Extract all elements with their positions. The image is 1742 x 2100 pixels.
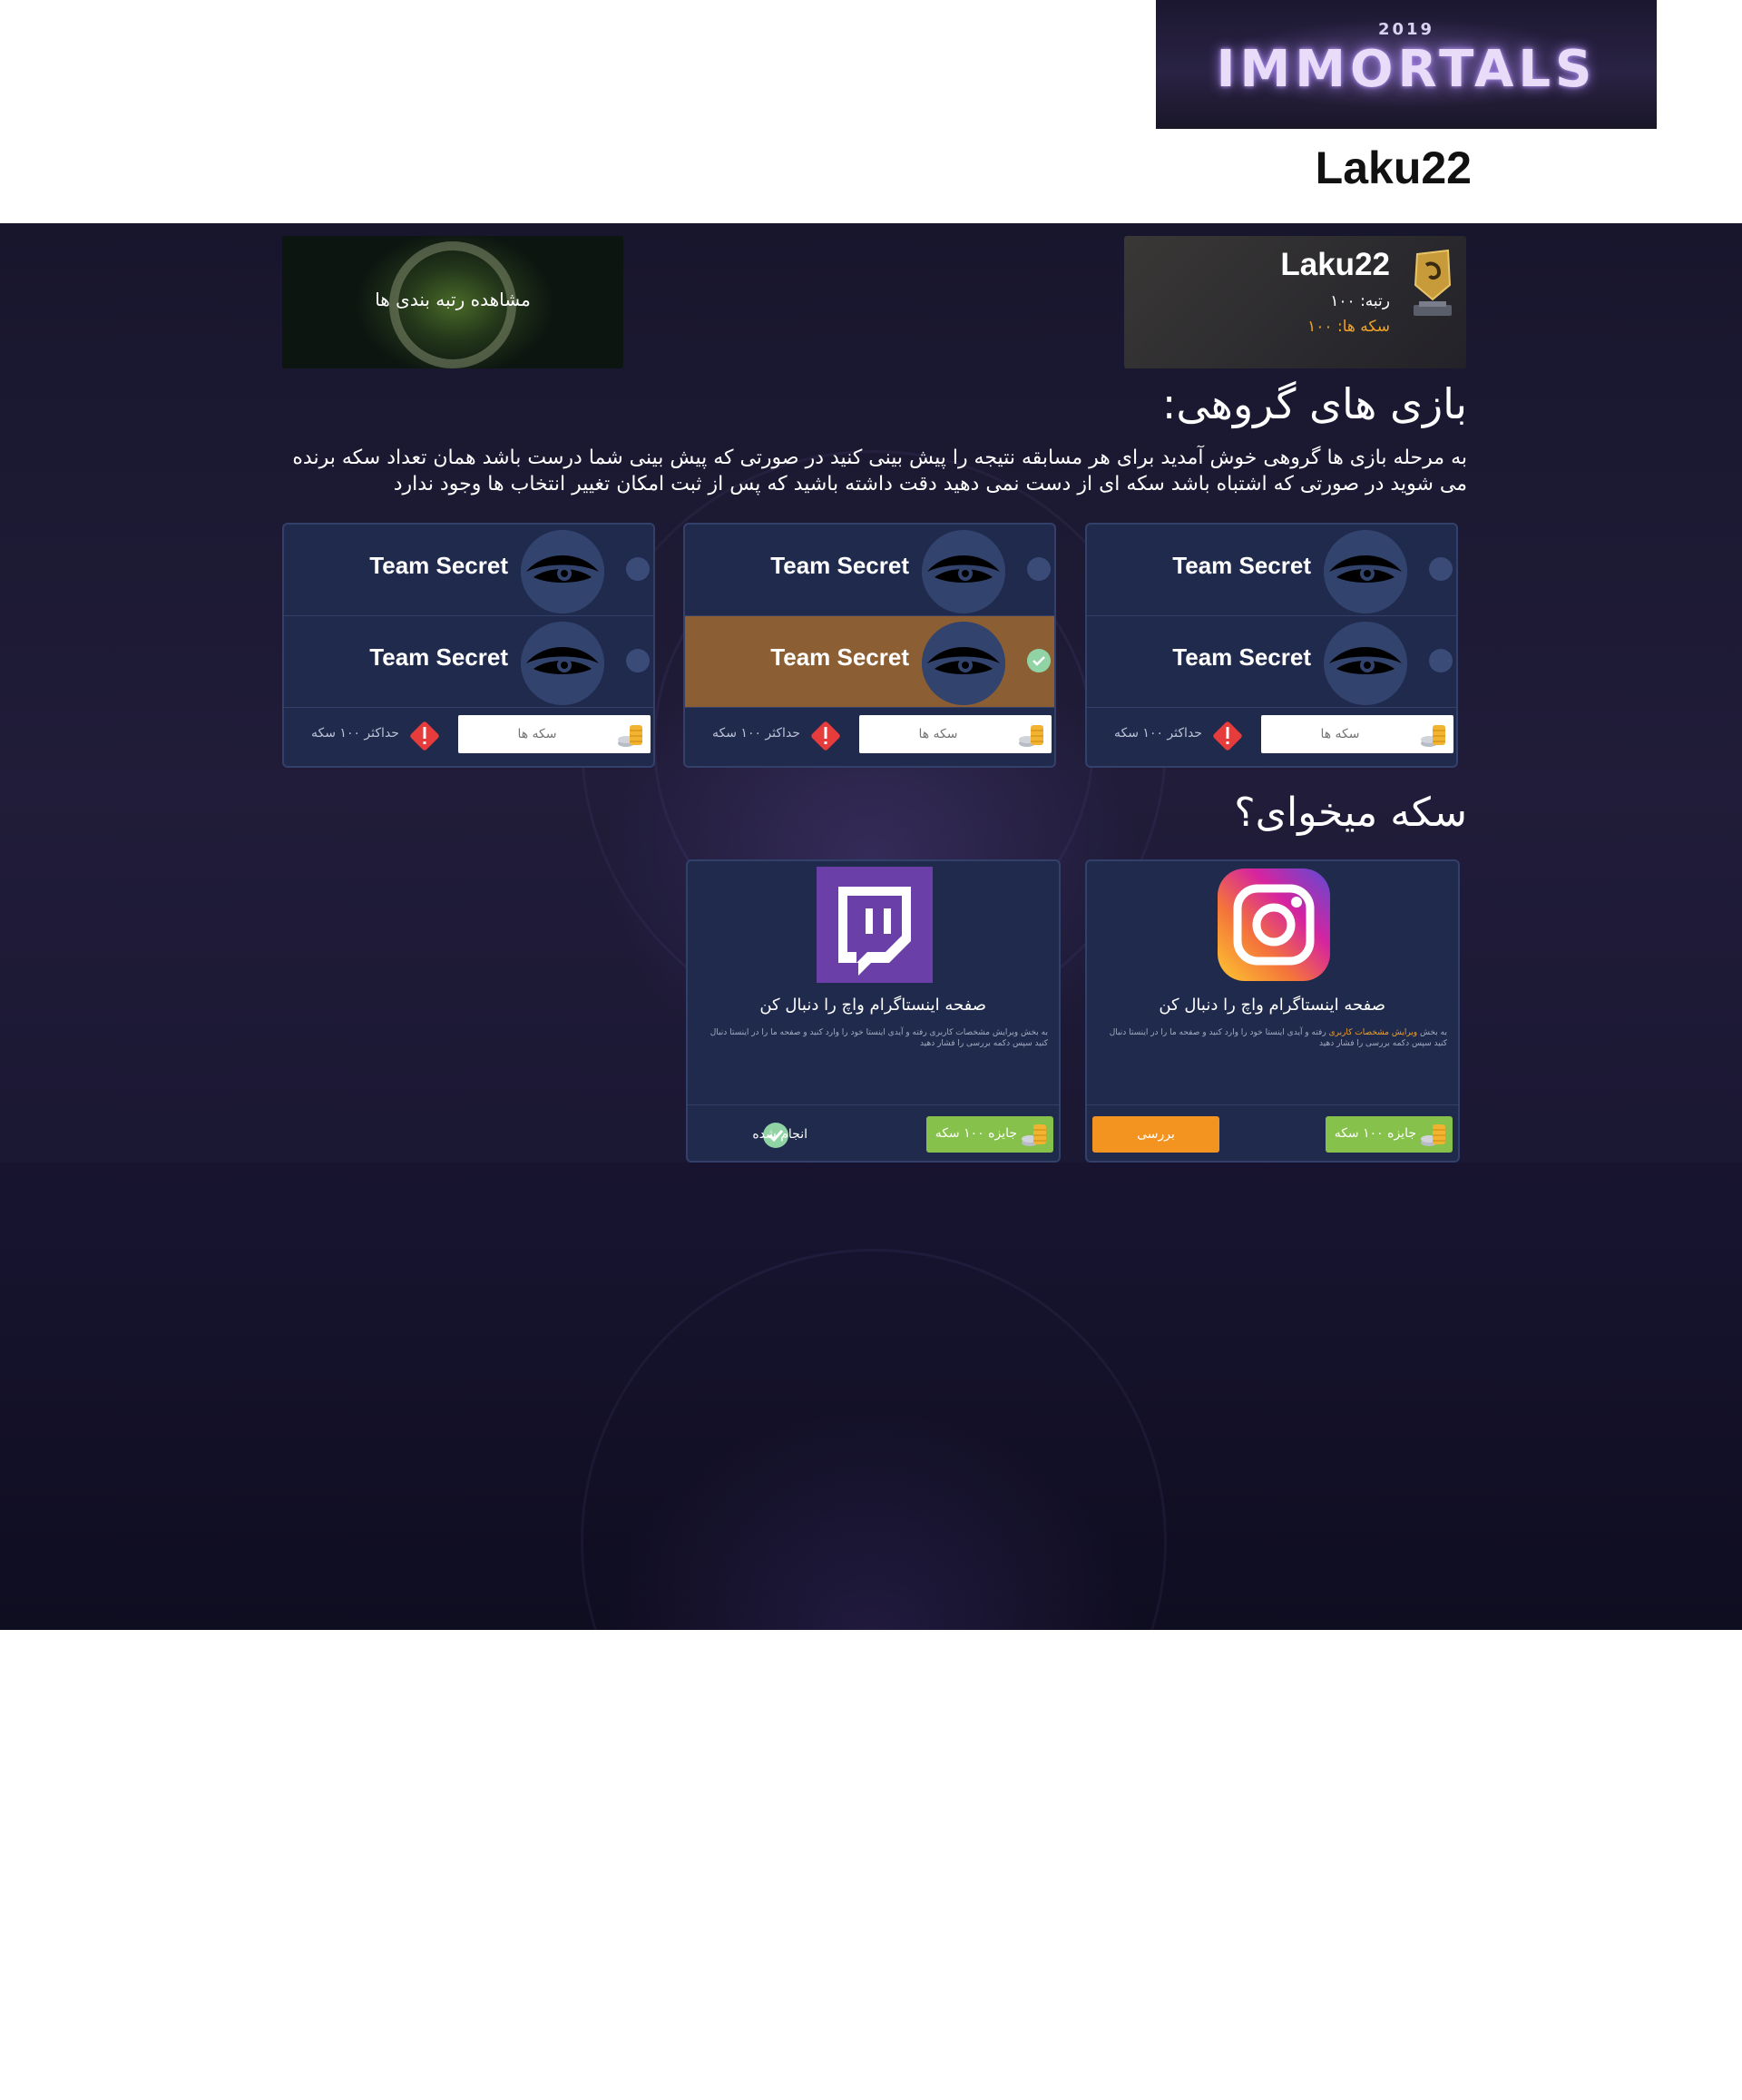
bet-row: حداکثر ۱۰۰ سکه [284, 707, 653, 766]
warning-icon [410, 721, 439, 751]
coin-stack-icon [1421, 1124, 1445, 1146]
coin-stack-icon [1019, 725, 1043, 747]
review-button[interactable]: بررسی [1092, 1116, 1219, 1153]
task-title: صفحه اینستاگرام واچ را دنبال کن [1159, 996, 1385, 1015]
bet-row: حداکثر ۱۰۰ سکه [685, 707, 1054, 766]
banner-year: 2019 [1377, 20, 1435, 39]
banner-title: IMMORTALS [1216, 40, 1597, 99]
max-coins-label: حداکثر ۱۰۰ سکه [712, 726, 800, 741]
team-secret-logo-icon [922, 622, 1005, 705]
reward-label: جایزه ۱۰۰ سکه [1334, 1126, 1416, 1141]
team-secret-logo-icon [521, 530, 604, 613]
coin-stack-icon [1421, 725, 1445, 747]
team-option[interactable]: Team Secret [284, 525, 653, 615]
profile-rank: رتبه: ۱۰۰ [1330, 292, 1390, 310]
team-secret-logo-icon [922, 530, 1005, 613]
team-radio[interactable] [626, 557, 650, 581]
team-option[interactable]: Team Secret [1087, 525, 1456, 615]
team-option[interactable]: Team Secret [685, 525, 1054, 615]
max-coins-label: حداکثر ۱۰۰ سکه [1114, 726, 1202, 741]
profile-coins: سکه ها: ۱۰۰ [1307, 318, 1390, 336]
reward-label: جایزه ۱۰۰ سکه [935, 1126, 1017, 1141]
task-card-twitch: صفحه اینستاگرام واچ را دنبال کن به بخش و… [686, 859, 1061, 1163]
task-done-status: انجام شده [699, 1120, 807, 1151]
reward-badge: جایزه ۱۰۰ سکه [926, 1116, 1053, 1153]
team-secret-logo-icon [1324, 530, 1407, 613]
group-games-description: به مرحله بازی ها گروهی خوش آمدید برای هر… [292, 446, 1467, 496]
task-desc-pre: به بخش [1417, 1028, 1447, 1037]
task-footer: جایزه ۱۰۰ سکه انجام شده [688, 1104, 1059, 1161]
coin-stack-icon [618, 725, 642, 747]
done-label: انجام شده [752, 1127, 807, 1142]
team-option[interactable]: Team Secret [1087, 615, 1456, 707]
team-name: Team Secret [369, 552, 508, 579]
team-option[interactable]: Team Secret [284, 615, 653, 707]
team-option-selected[interactable]: Team Secret [685, 615, 1054, 707]
event-banner: 2019 IMMORTALS [1156, 0, 1657, 129]
task-title: صفحه اینستاگرام واچ را دنبال کن [759, 996, 986, 1015]
team-secret-logo-icon [1324, 622, 1407, 705]
earn-coins-heading: سکه میخوای؟ [1234, 790, 1467, 836]
background-emblem-lower [581, 1249, 1167, 1630]
team-radio[interactable] [1027, 557, 1051, 581]
check-icon[interactable] [1027, 649, 1051, 672]
team-secret-logo-icon [521, 622, 604, 705]
team-radio[interactable] [626, 649, 650, 672]
team-radio[interactable] [1429, 649, 1453, 672]
task-description: به بخش ویرایش مشخصات کاربری رفته و آیدی … [1105, 1027, 1447, 1049]
profile-card: Laku22 رتبه: ۱۰۰ سکه ها: ۱۰۰ [1124, 236, 1466, 368]
profile-name: Laku22 [1280, 247, 1390, 282]
header-username: Laku22 [1315, 142, 1472, 193]
team-name: Team Secret [770, 643, 909, 671]
team-name: Team Secret [770, 552, 909, 579]
reward-badge: جایزه ۱۰۰ سکه [1326, 1116, 1453, 1153]
group-games-heading: بازی های گروهی: [1161, 379, 1467, 428]
view-rankings-label: مشاهده رتبه بندی ها [375, 289, 531, 310]
team-name: Team Secret [1172, 643, 1311, 671]
task-footer: جایزه ۱۰۰ سکه بررسی [1087, 1104, 1458, 1161]
warning-icon [811, 721, 840, 751]
coin-stack-icon [1022, 1124, 1046, 1146]
aegis-badge-icon [1414, 249, 1452, 316]
match-card: Team Secret Team Secret حداکثر ۱۰۰ سکه [683, 523, 1056, 768]
task-card-instagram: صفحه اینستاگرام واچ را دنبال کن به بخش و… [1085, 859, 1460, 1163]
team-radio[interactable] [1429, 557, 1453, 581]
edit-profile-link[interactable]: ویرایش مشخصات کاربری [1329, 1028, 1418, 1037]
twitch-icon [817, 867, 933, 983]
match-card: Team Secret Team Secret حداکثر ۱۰۰ سکه [282, 523, 655, 768]
match-card: Team Secret Team Secret حداکثر ۱۰۰ سکه [1085, 523, 1458, 768]
instagram-icon [1218, 868, 1330, 981]
warning-icon [1213, 721, 1242, 751]
view-rankings-banner[interactable]: مشاهده رتبه بندی ها [282, 236, 623, 368]
max-coins-label: حداکثر ۱۰۰ سکه [311, 726, 399, 741]
bet-row: حداکثر ۱۰۰ سکه [1087, 707, 1456, 766]
team-name: Team Secret [369, 643, 508, 671]
team-name: Team Secret [1172, 552, 1311, 579]
task-description: به بخش ویرایش مشخصات کاربری رفته و آیدی … [710, 1028, 1048, 1048]
